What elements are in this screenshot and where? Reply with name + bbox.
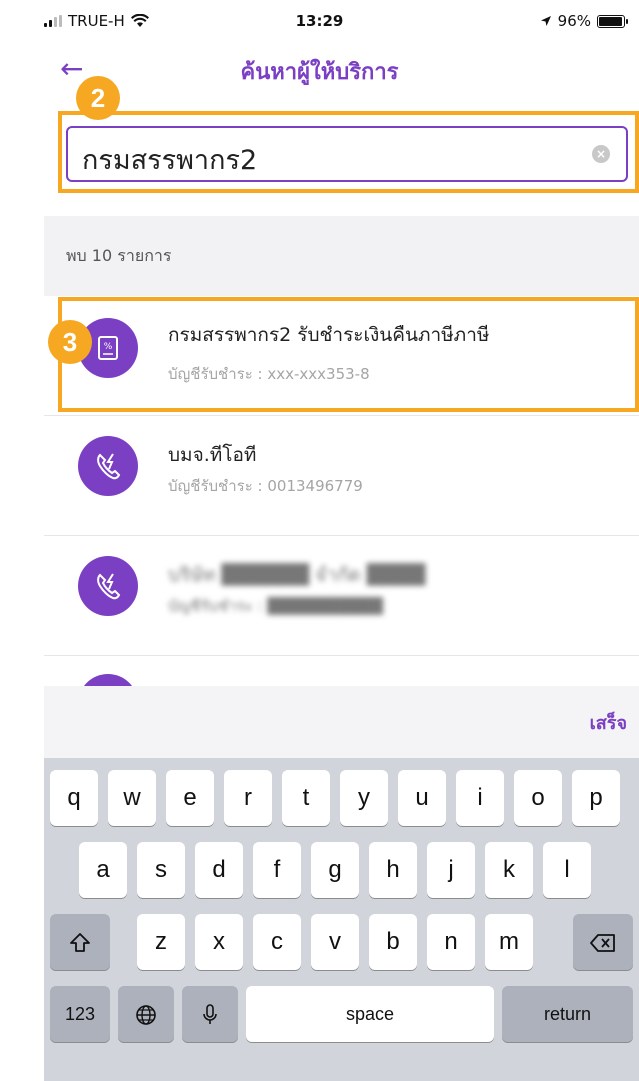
key-r[interactable]: r	[224, 770, 272, 826]
annotation-badge-3: 3	[48, 320, 92, 364]
key-e[interactable]: e	[166, 770, 214, 826]
key-o[interactable]: o	[514, 770, 562, 826]
key-q[interactable]: q	[50, 770, 98, 826]
annotation-badge-2: 2	[76, 76, 120, 120]
key-t[interactable]: t	[282, 770, 330, 826]
microphone-key[interactable]	[182, 986, 238, 1042]
annotation-highlight-result	[58, 297, 639, 412]
key-v[interactable]: v	[311, 914, 359, 970]
battery-percent: 96%	[557, 12, 591, 30]
key-h[interactable]: h	[369, 842, 417, 898]
key-i[interactable]: i	[456, 770, 504, 826]
phone-lightning-icon	[78, 674, 138, 686]
keyboard-toolbar: เสร็จ	[44, 686, 639, 758]
globe-icon	[136, 1004, 156, 1025]
item-name: บมจ.ทีโอที	[168, 444, 257, 466]
key-b[interactable]: b	[369, 914, 417, 970]
shift-key[interactable]	[50, 914, 110, 970]
key-m[interactable]: m	[485, 914, 533, 970]
list-item[interactable]: บมจ.ทีโอที บัญชีรับชำระ : 0013496779	[44, 416, 639, 536]
key-w[interactable]: w	[108, 770, 156, 826]
done-button[interactable]: เสร็จ	[590, 708, 627, 737]
list-item[interactable]: บริษัท ██████ จำกัด ████ บัญชีรับชำระ : …	[44, 536, 639, 656]
key-s[interactable]: s	[137, 842, 185, 898]
key-p[interactable]: p	[572, 770, 620, 826]
shift-icon	[70, 932, 90, 952]
keyboard: เสร็จ q w e r t y u i o p a s d f g h j …	[44, 686, 639, 1081]
status-bar: TRUE-H 13:29 96%	[0, 0, 639, 44]
key-g[interactable]: g	[311, 842, 359, 898]
results-count: พบ 10 รายการ	[66, 246, 172, 265]
key-y[interactable]: y	[340, 770, 388, 826]
battery-icon	[597, 14, 628, 28]
key-d[interactable]: d	[195, 842, 243, 898]
key-j[interactable]: j	[427, 842, 475, 898]
backspace-icon	[590, 933, 615, 952]
key-f[interactable]: f	[253, 842, 301, 898]
key-c[interactable]: c	[253, 914, 301, 970]
key-x[interactable]: x	[195, 914, 243, 970]
backspace-key[interactable]	[573, 914, 633, 970]
phone-lightning-icon	[78, 436, 138, 496]
item-account: บัญชีรับชำระ : ██████████	[168, 597, 383, 615]
phone-lightning-icon	[78, 556, 138, 616]
key-n[interactable]: n	[427, 914, 475, 970]
space-key[interactable]: space	[246, 986, 494, 1042]
key-a[interactable]: a	[79, 842, 127, 898]
key-z[interactable]: z	[137, 914, 185, 970]
item-account: บัญชีรับชำระ : 0013496779	[168, 477, 363, 495]
annotation-highlight-search	[58, 111, 639, 193]
key-u[interactable]: u	[398, 770, 446, 826]
globe-key[interactable]	[118, 986, 174, 1042]
numbers-key[interactable]: 123	[50, 986, 110, 1042]
item-name: บริษัท ██████ จำกัด ████	[168, 564, 426, 586]
list-item[interactable]	[44, 656, 639, 686]
results-header: พบ 10 รายการ	[44, 216, 639, 296]
key-k[interactable]: k	[485, 842, 533, 898]
key-l[interactable]: l	[543, 842, 591, 898]
return-key[interactable]: return	[502, 986, 633, 1042]
location-arrow-icon	[540, 16, 551, 26]
microphone-icon	[203, 1003, 217, 1024]
